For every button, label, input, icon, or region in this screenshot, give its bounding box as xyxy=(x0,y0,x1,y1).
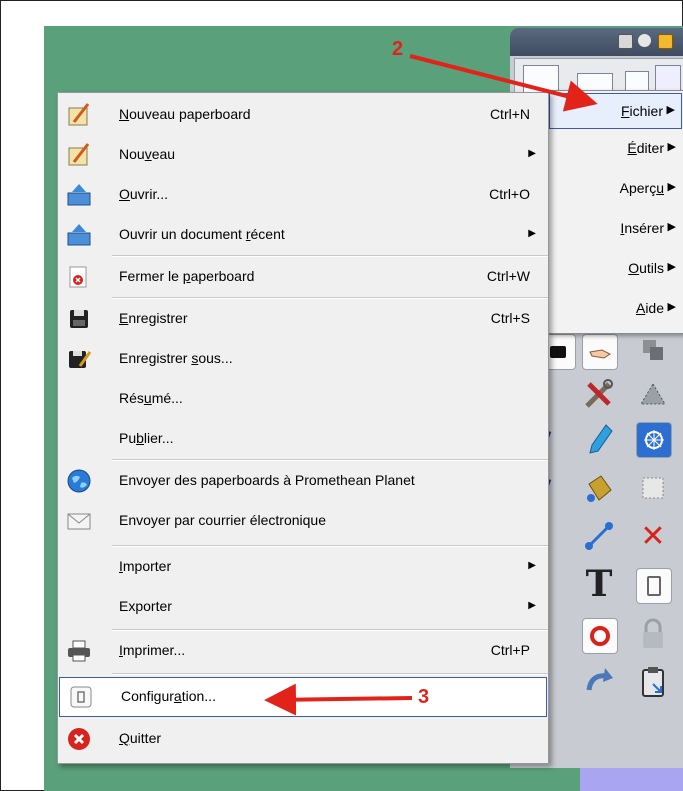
menu-outils-label: Outils xyxy=(628,260,664,276)
menu-inserer-label: Insérer xyxy=(620,220,664,236)
menu-item-configuration[interactable]: Configuration... xyxy=(59,677,547,717)
menu-item-print[interactable]: Imprimer... Ctrl+P xyxy=(58,631,548,671)
menu-item-label: Quitter xyxy=(119,730,162,746)
save-disk-icon xyxy=(70,310,88,328)
menu-item-summary[interactable]: Résumé... xyxy=(58,379,548,419)
fill-bucket-icon[interactable] xyxy=(578,468,620,508)
chevron-right-icon: ▶ xyxy=(667,181,676,193)
menu-item-label: Résumé... xyxy=(119,390,183,406)
delete-icon[interactable]: ✕ xyxy=(632,516,674,556)
printer-icon xyxy=(68,640,90,662)
chevron-right-icon: ▶ xyxy=(667,221,676,233)
chevron-right-icon: ▶ xyxy=(528,600,536,611)
clipboard-icon[interactable] xyxy=(632,662,674,702)
menu-aide-label: Aide xyxy=(635,300,664,316)
menu-editer-label: Éditer xyxy=(627,140,664,156)
menu-item-import[interactable]: Importer ▶ xyxy=(58,547,548,587)
menu-item-label: Envoyer des paperboards à Promethean Pla… xyxy=(119,472,415,488)
menu-fichier[interactable]: Fichier ▶ xyxy=(549,93,682,129)
dotted-square-icon[interactable] xyxy=(632,468,674,508)
quit-icon xyxy=(68,728,90,750)
step2-label: 2 xyxy=(392,38,404,60)
shortcut-label: Ctrl+O xyxy=(489,186,530,202)
file-menu: Nouveau paperboard Ctrl+N Nouveau ▶ Ouvr… xyxy=(57,92,549,764)
menu-item-export[interactable]: Exporter ▶ xyxy=(58,587,548,627)
shortcut-label: Ctrl+W xyxy=(486,268,530,284)
new-icon xyxy=(68,143,90,166)
menu-item-label: Exporter xyxy=(119,598,172,614)
main-menu-bar: Fichier ▶ Éditer ▶ Aperçu ▶ Insérer ▶ Outils… xyxy=(548,90,683,334)
chevron-right-icon: ▶ xyxy=(528,148,536,159)
shortcut-label: Ctrl+P xyxy=(490,642,530,658)
globe-icon xyxy=(67,469,91,493)
save-as-icon xyxy=(69,351,92,368)
connector-icon[interactable] xyxy=(578,516,620,556)
shortcut-label: Ctrl+S xyxy=(490,310,530,326)
tools-wrench-icon[interactable] xyxy=(578,374,620,414)
menu-item-save-as[interactable]: Enregistrer sous... xyxy=(58,339,548,379)
menu-item-label: Ouvrir... xyxy=(119,186,169,202)
menu-inserer[interactable]: Insérer ▶ xyxy=(549,211,682,247)
menu-apercu-label: Aperçu xyxy=(619,180,664,196)
menu-item-label: Enregistrer xyxy=(119,310,188,326)
menu-item-open-recent[interactable]: Ouvrir un document récent ▶ xyxy=(58,215,548,255)
menu-item-label: Imprimer... xyxy=(119,642,186,658)
menu-item-close-flipchart[interactable]: Fermer le paperboard Ctrl+W xyxy=(58,257,548,297)
open-recent-icon xyxy=(67,224,91,246)
menu-item-new-flipchart[interactable]: Nouveau paperboard Ctrl+N xyxy=(58,95,548,135)
configuration-device-icon xyxy=(70,686,92,708)
menu-item-publish[interactable]: Publier... xyxy=(58,419,548,459)
lock-icon[interactable] xyxy=(632,614,674,654)
hand-pointer-icon[interactable] xyxy=(582,334,618,370)
device-icon[interactable] xyxy=(636,568,672,604)
menu-item-save[interactable]: Enregistrer Ctrl+S xyxy=(58,299,548,339)
text-tool-icon[interactable]: T xyxy=(578,563,620,605)
shapes-icon[interactable] xyxy=(632,330,674,370)
menu-item-label: Nouveau xyxy=(119,146,176,162)
menu-apercu[interactable]: Aperçu ▶ xyxy=(549,171,682,207)
toolbox-minimize-icon[interactable] xyxy=(638,34,651,47)
menu-item-label: Envoyer par courrier électronique xyxy=(119,512,326,528)
menu-item-send-planet[interactable]: Envoyer des paperboards à Promethean Pla… xyxy=(58,461,548,501)
step3-label: 3 xyxy=(418,686,430,708)
shortcut-label: Ctrl+N xyxy=(489,106,530,122)
refresh-icon[interactable] xyxy=(582,618,618,654)
menu-item-label: Fermer le paperboard xyxy=(119,268,255,284)
open-folder-icon xyxy=(67,184,91,206)
triangle-select-icon[interactable] xyxy=(632,374,674,414)
menu-item-label: Ouvrir un document récent xyxy=(119,226,285,242)
menu-item-send-email[interactable]: Envoyer par courrier électronique xyxy=(58,501,548,541)
chevron-right-icon: ▶ xyxy=(666,104,675,116)
chevron-right-icon: ▶ xyxy=(667,301,676,313)
menu-item-label: Enregistrer sous... xyxy=(119,350,233,366)
toolbox-header[interactable] xyxy=(510,28,683,56)
redo-icon[interactable] xyxy=(578,662,620,702)
menu-editer[interactable]: Éditer ▶ xyxy=(549,131,682,167)
menu-item-label: Publier... xyxy=(119,430,174,446)
toolbox-menu-icon[interactable] xyxy=(618,34,633,49)
menu-item-label: Configuration... xyxy=(121,688,216,704)
chevron-right-icon: ▶ xyxy=(667,141,676,153)
magic-ink-icon[interactable] xyxy=(636,422,672,458)
menu-item-new[interactable]: Nouveau ▶ xyxy=(58,135,548,175)
envelope-icon xyxy=(67,513,91,530)
menu-fichier-label: Fichier xyxy=(620,103,663,119)
highlighter-icon[interactable] xyxy=(578,420,620,460)
chevron-right-icon: ▶ xyxy=(667,261,676,273)
menu-item-label: Nouveau paperboard xyxy=(119,106,251,122)
menu-item-label: Importer xyxy=(119,558,172,574)
new-flipchart-icon xyxy=(68,103,90,126)
menu-outils[interactable]: Outils ▶ xyxy=(549,251,682,287)
close-document-icon xyxy=(69,266,87,288)
menu-item-quit[interactable]: Quitter xyxy=(58,719,548,759)
chevron-right-icon: ▶ xyxy=(528,560,536,571)
menu-item-open[interactable]: Ouvrir... Ctrl+O xyxy=(58,175,548,215)
menu-aide[interactable]: Aide ▶ xyxy=(549,291,682,327)
chevron-right-icon: ▶ xyxy=(528,228,536,239)
menu-separator xyxy=(112,673,548,675)
toolbox-pin-icon[interactable] xyxy=(658,34,673,49)
